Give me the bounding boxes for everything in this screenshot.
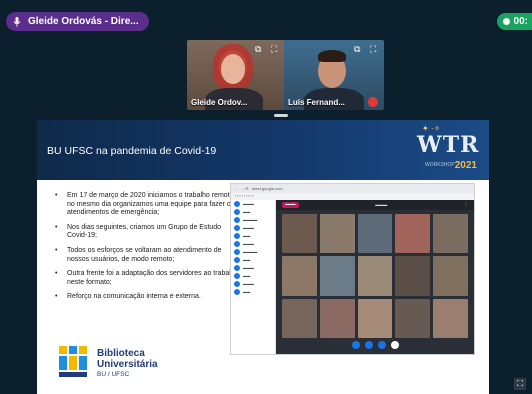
sidebar-item-icon [234, 265, 240, 271]
bullet-item: Em 17 de março de 2020 iniciamos o traba… [55, 192, 240, 218]
meet-title: ▬▬▬ [375, 202, 388, 207]
library-logo: Biblioteca Universitária BU / UFSC [59, 346, 179, 386]
meet-button: ▬▬▬ [282, 202, 299, 208]
browser-bookmarks: ▪ ▪ ▪ ▪ ▪ ▪ ▪ ▪ ▪ [231, 193, 474, 200]
meet-menu: ⋮ [464, 202, 468, 207]
meet-main: ▬▬▬ ▬▬▬ ⋮ [276, 200, 474, 354]
browser-sidebar: ▬▬▬ ▬▬ ▬▬▬▬ ▬▬▬ ▬▬ ▬▬▬ ▬▬▬▬ ▬▬ ▬▬▬ ▬▬ ▬▬… [231, 200, 276, 354]
control-icon [364, 341, 373, 349]
sidebar-item-icon [234, 209, 240, 215]
library-name-line1: Biblioteca [97, 348, 145, 359]
mute-icon [368, 97, 378, 107]
video-grid [282, 214, 468, 338]
video-cell [357, 298, 393, 338]
video-cell [282, 214, 317, 254]
sidebar-item: ▬▬▬▬ [231, 216, 275, 224]
expand-icon[interactable]: ⛶ [271, 44, 277, 55]
sidebar-item: ▬▬▬ [231, 240, 275, 248]
meet-topbar: ▬▬▬ ▬▬▬ ⋮ [276, 200, 474, 210]
bullet-item: Todos os esforços se voltaram ao atendim… [55, 247, 240, 264]
participant-tile-1[interactable]: ⧉ ⛶ Gleide Ordov... [187, 40, 285, 110]
browser-tabbar: ← → ⟳ meet.google.com [231, 184, 474, 193]
control-icon [390, 341, 399, 349]
bullet-item: Nos dias seguintes, criamos um Grupo de … [55, 224, 240, 241]
sidebar-item: ▬▬ [231, 208, 275, 216]
video-cell [433, 298, 468, 338]
face-shape [221, 54, 245, 84]
wtr-wordmark: WTR [417, 132, 480, 158]
sidebar-item: ▬▬ [231, 272, 275, 280]
record-dot-icon [502, 18, 510, 25]
timer-text: 00: [513, 16, 528, 27]
library-sub: BU / UFSC [97, 371, 130, 378]
video-cell [433, 256, 468, 296]
sidebar-item-icon [234, 225, 240, 231]
sidebar-item-icon [234, 273, 240, 279]
library-mark-icon [59, 346, 89, 378]
sidebar-item: ▬▬ [231, 256, 275, 264]
shared-slide: ✦ ·✧ BU UFSC na pandemia de Covid-19 WTR… [37, 120, 489, 394]
control-icon [377, 341, 386, 349]
fullscreen-icon[interactable]: ⛶ [514, 378, 526, 390]
sidebar-item-icon [234, 233, 240, 239]
sidebar-item: ▬▬ [231, 232, 275, 240]
bullet-list: Em 17 de março de 2020 iniciamos o traba… [55, 192, 240, 308]
bullet-item: Reforço na comunicação interna e externa… [55, 293, 240, 302]
expand-icon[interactable]: ⛶ [370, 44, 376, 55]
recording-timer: 00: [496, 13, 532, 30]
sidebar-item-icon [234, 217, 240, 223]
video-cell [395, 214, 431, 254]
meet-controls [276, 341, 474, 351]
sidebar-item: ▬▬▬▬ [231, 248, 275, 256]
mic-icon [12, 16, 22, 27]
video-cell [357, 214, 393, 254]
video-cell [319, 298, 355, 338]
sidebar-item-icon [234, 257, 240, 263]
slide-header: ✦ ·✧ BU UFSC na pandemia de Covid-19 WTR… [37, 120, 489, 180]
participant-tile-2[interactable]: ⧉ ⛶ Luís Fernand... [284, 40, 384, 110]
video-cell [433, 214, 468, 254]
participant-name: Gleide Ordov... [191, 98, 248, 107]
active-speaker-pill[interactable]: Gleide Ordovás - Dire... [6, 12, 149, 31]
video-cell [395, 298, 431, 338]
sidebar-item: ▬▬▬ [231, 280, 275, 288]
sidebar-item-icon [234, 201, 240, 207]
wtr-year: 2021 [454, 160, 477, 171]
video-cell [282, 256, 317, 296]
embedded-meet-screenshot: ← → ⟳ meet.google.com ▪ ▪ ▪ ▪ ▪ ▪ ▪ ▪ ▪ … [230, 183, 475, 355]
slide-title: BU UFSC na pandemia de Covid-19 [47, 145, 217, 157]
pin-icon[interactable]: ⧉ [255, 44, 261, 55]
sidebar-item: ▬▬▬ [231, 264, 275, 272]
sidebar-item: ▬▬▬ [231, 200, 275, 208]
video-cell [319, 214, 355, 254]
drag-handle[interactable] [274, 114, 288, 117]
sidebar-item-icon [234, 241, 240, 247]
library-name-line2: Universitária [97, 359, 158, 370]
video-cell [357, 256, 393, 296]
video-cell [319, 256, 355, 296]
active-speaker-name: Gleide Ordovás - Dire... [28, 16, 139, 27]
wtr-caption: WORKSHOP [425, 162, 455, 168]
sidebar-item-icon [234, 289, 240, 295]
sidebar-item-icon [234, 249, 240, 255]
participant-name: Luís Fernand... [288, 98, 345, 107]
video-cell [395, 256, 431, 296]
sidebar-item-icon [234, 281, 240, 287]
bullet-item: Outra frente foi a adaptação dos servido… [55, 270, 240, 287]
hair-shape [318, 50, 346, 62]
wtr-logo: WTR WORKSHOP 2021 [417, 132, 480, 174]
sidebar-item: ▬▬ [231, 288, 275, 296]
library-name: Biblioteca Universitária [97, 348, 158, 370]
video-cell [282, 298, 317, 338]
pin-icon[interactable]: ⧉ [354, 44, 360, 55]
control-icon [351, 341, 360, 349]
sidebar-item: ▬▬▬ [231, 224, 275, 232]
